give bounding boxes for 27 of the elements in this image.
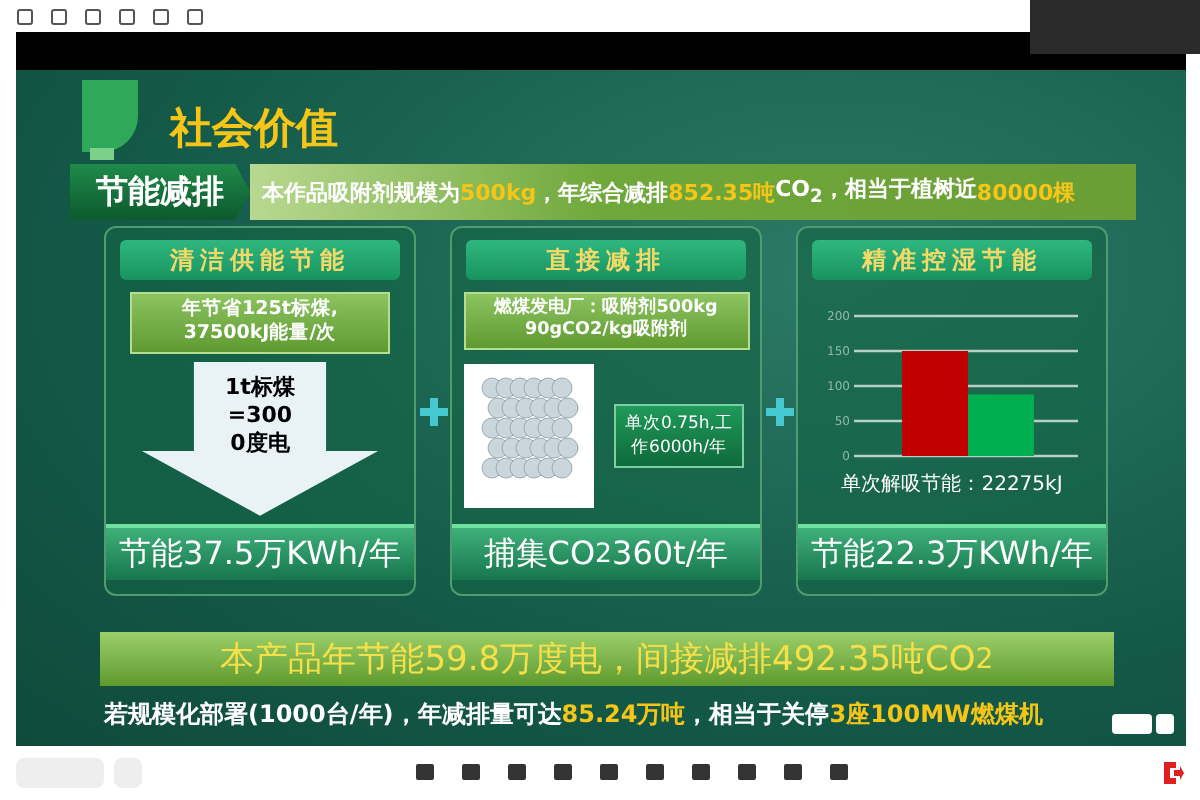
toolbar-icon[interactable]	[460, 762, 482, 784]
toolbar-icon[interactable]	[828, 762, 850, 784]
toolbar-icon[interactable]	[506, 762, 528, 784]
slide-title: 社会价值	[170, 101, 338, 155]
chart-caption: 单次解吸节能：22275kJ	[841, 471, 1063, 498]
footnote-text: 若规模化部署(1000台/年)，年减排量可达85.24万吨，相当于关停3座100MW燃煤机	[104, 698, 1043, 732]
panel-heading: 直接减排	[466, 240, 746, 280]
toolbar-icon[interactable]	[690, 762, 712, 784]
toolbar-icon[interactable]	[552, 762, 574, 784]
plus-icon	[765, 397, 793, 425]
toolbar-icon[interactable]	[644, 762, 666, 784]
note-box: 燃煤发电厂：吸附剂500kg 90gCO2/kg吸附剂	[463, 292, 749, 350]
note-box: 年节省125t标煤, 37500kJ能量/次	[130, 292, 390, 354]
plus-icon	[419, 397, 447, 425]
section-tag: 节能减排	[70, 164, 250, 220]
toolbar-icon[interactable]	[736, 762, 758, 784]
exit-icon[interactable]	[1162, 760, 1184, 786]
toolbar-icon[interactable]	[598, 762, 620, 784]
panel-heading: 清洁供能节能	[120, 240, 400, 280]
expand-button[interactable]	[1156, 714, 1174, 734]
panel-heading: 精准控湿节能	[812, 240, 1092, 280]
banner-text: 本作品吸附剂规模为500kg，年综合减排852.35吨CO$_{2}$，相当于植树近80000棵	[250, 164, 1136, 220]
toolbar-icon[interactable]	[782, 762, 804, 784]
info-box: 单次0.75h,工作6000h/年	[614, 404, 744, 469]
toolbar-icon[interactable]	[414, 762, 436, 784]
result-bar: 节能22.3万KWh/年	[798, 524, 1106, 580]
result-bar: 节能37.5万KWh/年	[106, 524, 414, 580]
